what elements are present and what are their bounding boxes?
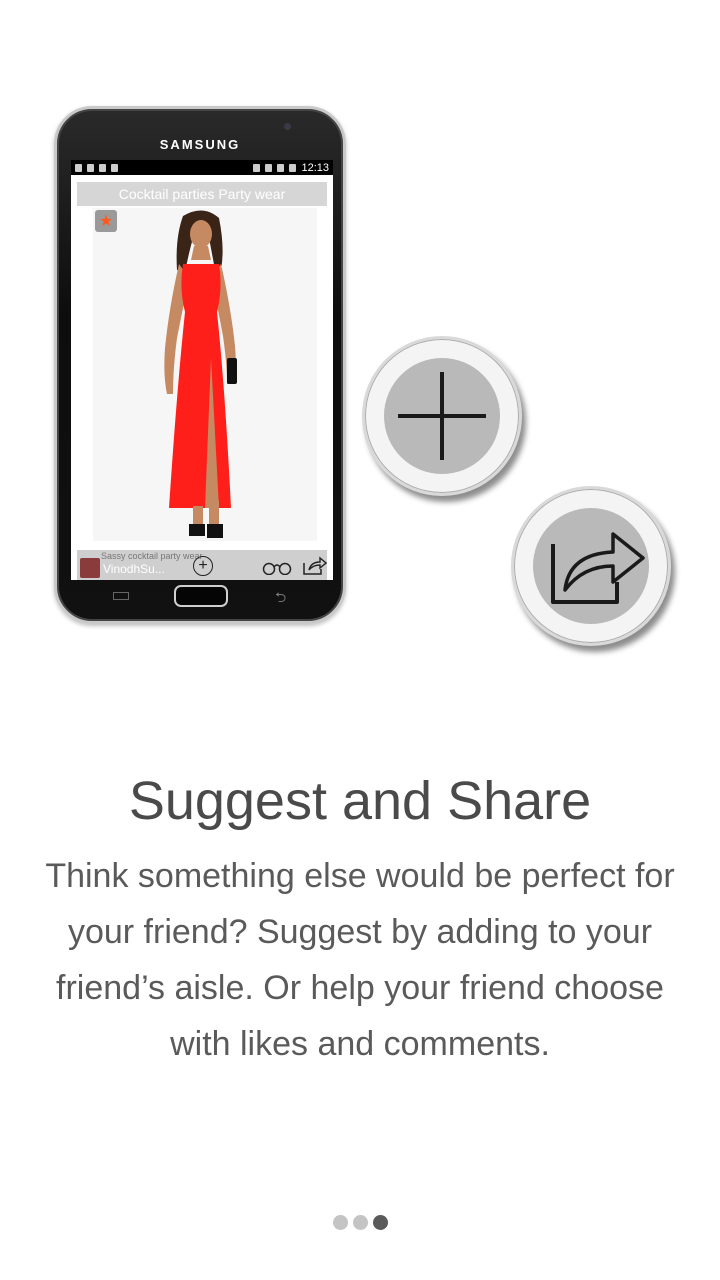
share-icon[interactable]	[301, 556, 327, 576]
share-button[interactable]	[511, 486, 671, 646]
card-footer: Sassy cocktail party wear VinodhSu... +	[77, 550, 327, 580]
page-dot[interactable]	[332, 1215, 348, 1230]
feature-title: Suggest and Share	[128, 771, 592, 831]
favorite-star-icon[interactable]: ★	[95, 210, 117, 232]
bluetooth-icon	[253, 163, 261, 172]
add-icon[interactable]: +	[193, 556, 213, 576]
suggest-add-button[interactable]	[362, 336, 522, 496]
phone-brand: SAMSUNG	[159, 137, 241, 152]
hardware-keys: ⮌	[57, 583, 343, 609]
wifi-icon	[277, 163, 285, 172]
share-arrow-icon	[551, 532, 645, 604]
add-button-face	[384, 358, 500, 474]
moon-icon	[87, 163, 94, 172]
signal-icon	[289, 163, 297, 172]
status-bar: 12:13	[71, 160, 333, 175]
binoculars-icon[interactable]	[261, 559, 293, 575]
alarm-icon	[265, 163, 273, 172]
red-dress-figure	[164, 210, 237, 538]
feature-description: Think something else would be perfect fo…	[45, 857, 675, 1063]
card-username[interactable]: VinodhSu...	[103, 562, 165, 576]
product-photo[interactable]	[93, 208, 317, 541]
status-time: 12:13	[301, 161, 329, 174]
battery-icon	[75, 163, 82, 172]
page-indicator	[0, 1215, 720, 1230]
mail-icon	[111, 163, 118, 172]
menu-key-icon	[113, 592, 129, 600]
home-button	[174, 585, 228, 607]
app-title: Cocktail parties Party wear	[77, 182, 327, 206]
card-caption: Sassy cocktail party wear	[101, 551, 203, 561]
phone-mockup: SAMSUNG 12:13 Cocktail parties Party wea…	[54, 106, 346, 624]
page-dot-active[interactable]	[372, 1215, 388, 1230]
image-icon	[99, 163, 106, 172]
page-dot[interactable]	[352, 1215, 368, 1230]
back-key-icon: ⮌	[275, 589, 287, 605]
plus-icon	[398, 372, 486, 460]
avatar[interactable]	[80, 558, 100, 578]
camera-icon	[284, 123, 291, 130]
phone-screen: 12:13 Cocktail parties Party wear ★ Sass…	[71, 160, 333, 580]
share-button-face	[533, 508, 649, 624]
